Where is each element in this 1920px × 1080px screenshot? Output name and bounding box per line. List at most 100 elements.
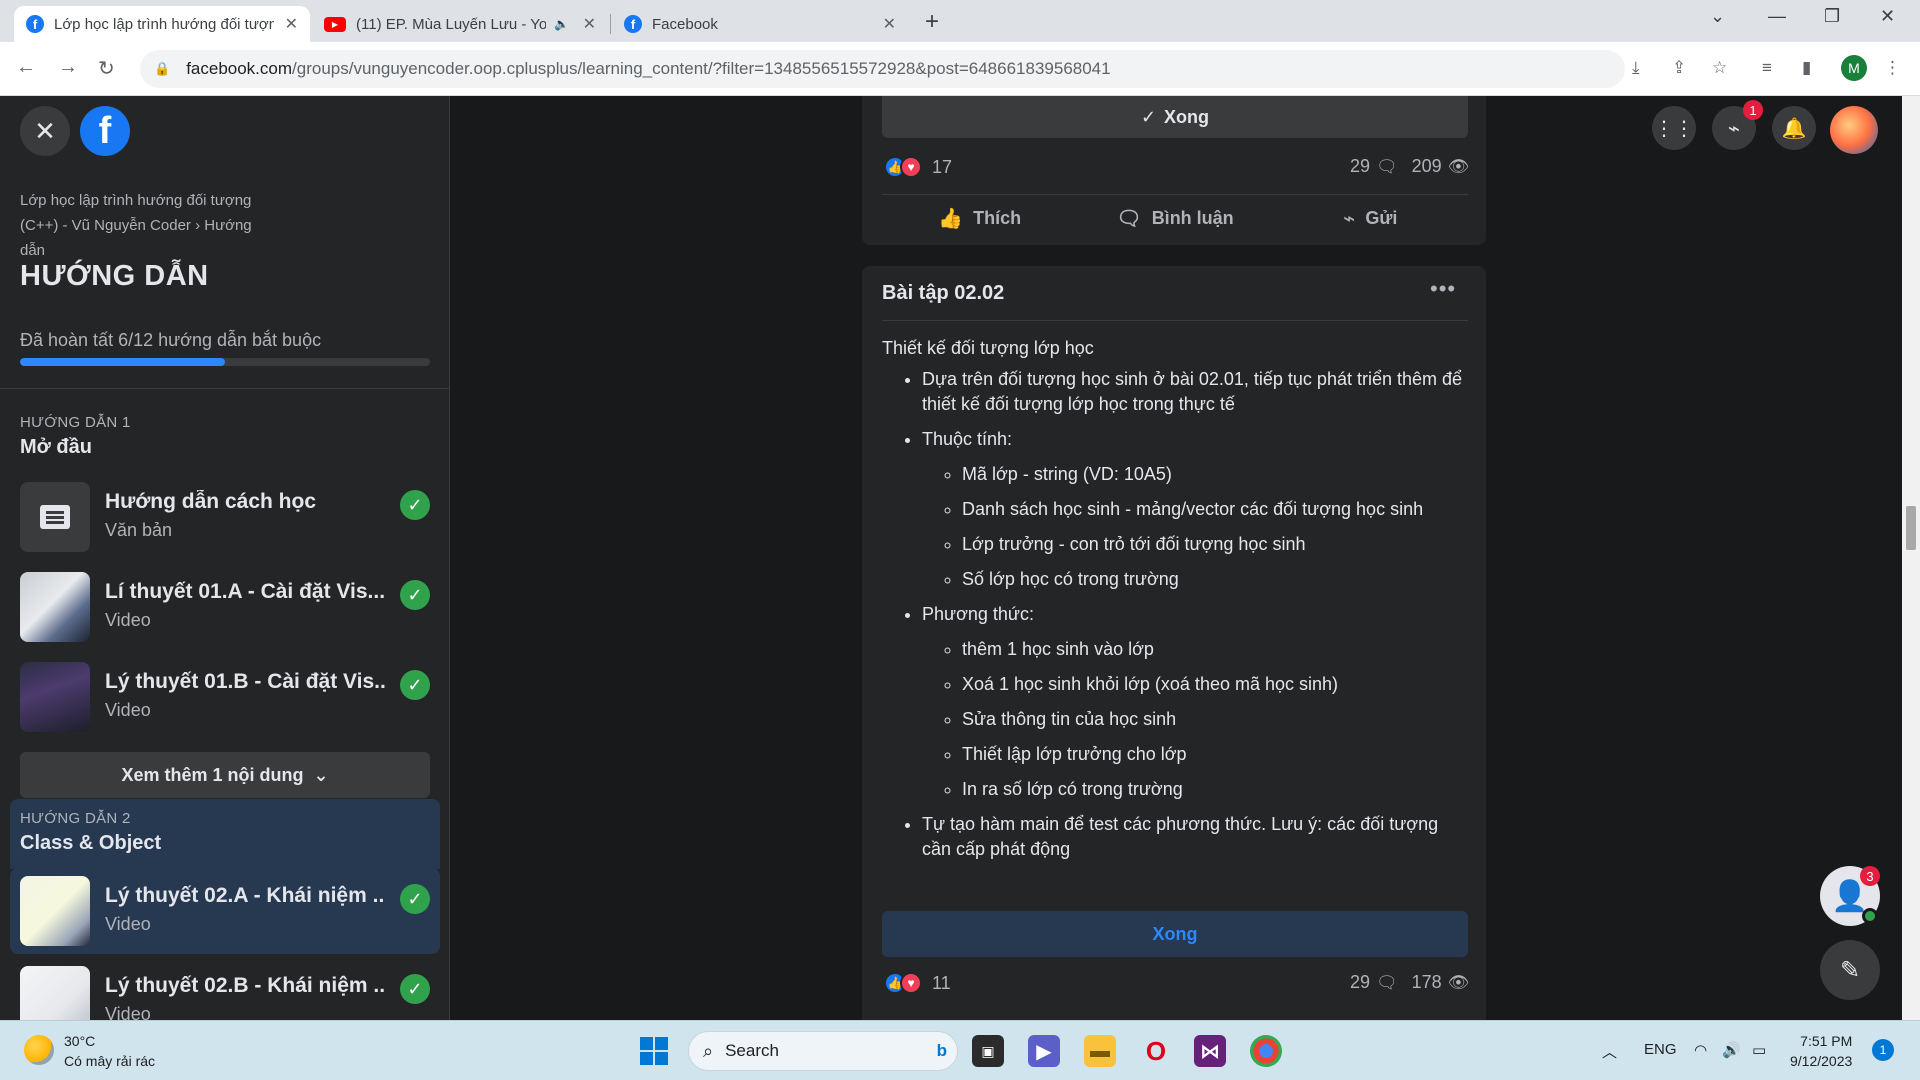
- close-button[interactable]: ✕: [20, 106, 70, 156]
- side-panel-icon[interactable]: ▮: [1802, 58, 1811, 78]
- lesson-title: Lý thuyết 02.A - Khái niệm ...: [105, 884, 385, 907]
- bing-icon: b: [936, 1041, 947, 1060]
- method-list: thêm 1 học sinh vào lớp Xoá 1 học sinh k…: [962, 637, 1468, 802]
- post-stats: 29 🗨 178 👁: [1350, 972, 1469, 993]
- scrollbar[interactable]: [1902, 96, 1920, 1020]
- more-options-icon[interactable]: •••: [1430, 276, 1456, 302]
- reaction-summary[interactable]: 👍 ♥ 17: [884, 156, 952, 178]
- battery-icon[interactable]: ▭: [1752, 1041, 1766, 1059]
- weather-temperature[interactable]: 30°C: [64, 1033, 95, 1049]
- scrollbar-thumb[interactable]: [1906, 506, 1916, 550]
- task-view-icon[interactable]: ▣: [972, 1035, 1004, 1067]
- lock-icon[interactable]: 🔒: [154, 61, 170, 77]
- profile-avatar[interactable]: M: [1841, 55, 1867, 81]
- maximize-button[interactable]: ❐: [1824, 6, 1840, 27]
- wifi-icon[interactable]: ◠: [1694, 1041, 1707, 1059]
- account-avatar[interactable]: [1830, 106, 1878, 154]
- share-icon[interactable]: ⇪: [1672, 58, 1686, 78]
- weather-icon[interactable]: [24, 1035, 54, 1065]
- list-item-label: Thuộc tính:: [922, 429, 1013, 449]
- meet-icon[interactable]: ▶: [1028, 1035, 1060, 1067]
- back-button[interactable]: ←: [16, 56, 36, 79]
- visual-studio-icon[interactable]: ⋈: [1194, 1035, 1226, 1067]
- post-title: Bài tập 02.02: [882, 282, 1005, 304]
- install-icon[interactable]: ⤓: [1632, 58, 1640, 78]
- tab-youtube[interactable]: ▶ (11) EP. Mùa Luyến Lưu - YouTube 🔈 ✕: [312, 6, 608, 42]
- list-item: Xoá 1 học sinh khỏi lớp (xoá theo mã học…: [962, 672, 1468, 697]
- notification-count[interactable]: 1: [1872, 1039, 1894, 1061]
- window-close-button[interactable]: ✕: [1880, 6, 1895, 27]
- bookmark-star-icon[interactable]: ☆: [1712, 58, 1727, 78]
- comment-icon: 🗨: [1376, 156, 1398, 176]
- progress-fill: [20, 358, 225, 366]
- breadcrumb[interactable]: Lớp học lập trình hướng đối tượng (C++) …: [20, 188, 280, 263]
- done-label: Xong: [1164, 106, 1210, 127]
- clock[interactable]: 7:51 PM 9/12/2023: [1790, 1031, 1852, 1071]
- close-icon[interactable]: ✕: [285, 14, 298, 34]
- see-more-label: Xem thêm 1 nội dung: [121, 764, 304, 785]
- love-reaction-icon: ♥: [900, 972, 922, 994]
- facebook-icon: f: [26, 15, 44, 33]
- thumbs-up-icon: 👍: [938, 208, 964, 230]
- comment-button[interactable]: 🗨 Bình luận: [1077, 195, 1272, 242]
- tab-group-class[interactable]: f Lớp học lập trình hướng đối tượng ✕: [14, 6, 310, 42]
- windows-start-icon[interactable]: [640, 1037, 668, 1065]
- speaker-icon[interactable]: 🔊: [1722, 1041, 1741, 1059]
- media-control-icon[interactable]: ≡: [1762, 58, 1772, 78]
- clock-time: 7:51 PM: [1800, 1033, 1853, 1049]
- tab-title: Lớp học lập trình hướng đối tượng: [54, 15, 274, 33]
- new-message-icon[interactable]: ✎: [1820, 940, 1880, 1000]
- done-button[interactable]: ✓ Xong: [882, 96, 1468, 138]
- opera-icon[interactable]: O: [1140, 1035, 1172, 1067]
- list-item-label: Phương thức:: [922, 604, 1034, 624]
- reload-button[interactable]: ↻: [98, 56, 115, 81]
- url-path: /groups/vunguyencoder.oop.cplusplus/lear…: [292, 59, 1111, 78]
- lesson-item[interactable]: Lý thuyết 02.B - Khái niệm ... Video ✓: [10, 958, 440, 1020]
- lesson-title: Lí thuyết 01.A - Cài đặt Vis...: [105, 580, 385, 603]
- tab-facebook[interactable]: f Facebook ✕: [612, 6, 908, 42]
- eye-icon: 👁: [1447, 972, 1470, 992]
- lesson-item[interactable]: Lí thuyết 01.A - Cài đặt Vis... Video ✓: [10, 564, 440, 650]
- messenger-icon: ⌁: [1343, 208, 1356, 230]
- comment-count[interactable]: 29: [1350, 156, 1370, 177]
- file-explorer-icon[interactable]: ▬: [1084, 1035, 1116, 1067]
- search-icon: ⌕: [703, 1040, 714, 1061]
- language-indicator[interactable]: ENG: [1644, 1041, 1677, 1058]
- checkmark-icon: ✓: [400, 974, 430, 1004]
- checkmark-icon: ✓: [400, 670, 430, 700]
- send-label: Gửi: [1365, 208, 1398, 228]
- bell-icon[interactable]: 🔔: [1772, 106, 1816, 150]
- tab-search-icon[interactable]: ⌄: [1710, 6, 1725, 27]
- forward-button[interactable]: →: [58, 56, 78, 79]
- video-thumbnail: [20, 876, 90, 946]
- lesson-item[interactable]: Hướng dẫn cách học Văn bản ✓: [10, 474, 440, 560]
- address-bar[interactable]: 🔒 facebook.com/groups/vunguyencoder.oop.…: [140, 50, 1625, 88]
- comment-icon: 🗨: [1116, 208, 1142, 230]
- send-button[interactable]: ⌁ Gửi: [1273, 195, 1468, 242]
- minimize-button[interactable]: —: [1768, 6, 1786, 27]
- new-tab-button[interactable]: +: [925, 8, 939, 36]
- speaker-mute-icon[interactable]: 🔈: [554, 17, 569, 31]
- taskbar-search[interactable]: ⌕ Search b: [688, 1031, 958, 1071]
- like-label: Thích: [973, 208, 1022, 228]
- menu-grid-icon[interactable]: ⋮⋮: [1652, 106, 1696, 150]
- chrome-icon[interactable]: [1250, 1035, 1282, 1067]
- comment-count[interactable]: 29: [1350, 972, 1370, 993]
- lesson-item[interactable]: Lý thuyết 01.B - Cài đặt Vis... Video ✓: [10, 654, 440, 740]
- love-reaction-icon: ♥: [900, 156, 922, 178]
- close-icon[interactable]: ✕: [583, 14, 596, 34]
- tab-title: Facebook: [652, 15, 718, 33]
- lesson-item-active[interactable]: Lý thuyết 02.A - Khái niệm ... Video ✓: [10, 868, 440, 954]
- facebook-logo-icon[interactable]: f: [80, 106, 130, 156]
- weather-description[interactable]: Có mây rải rác: [64, 1053, 155, 1069]
- like-button[interactable]: 👍 Thích: [882, 195, 1077, 242]
- done-button[interactable]: Xong: [882, 911, 1468, 957]
- chevron-up-icon[interactable]: ︿: [1602, 1041, 1617, 1062]
- list-item: thêm 1 học sinh vào lớp: [962, 637, 1468, 662]
- reaction-summary[interactable]: 👍 ♥ 11: [884, 972, 951, 994]
- checkmark-icon: ✓: [1140, 106, 1157, 127]
- list-item: Danh sách học sinh - mảng/vector các đối…: [962, 497, 1468, 522]
- close-icon[interactable]: ✕: [883, 14, 896, 34]
- menu-kebab-icon[interactable]: ⋮: [1884, 58, 1901, 78]
- see-more-button[interactable]: Xem thêm 1 nội dung ⌄: [20, 752, 430, 798]
